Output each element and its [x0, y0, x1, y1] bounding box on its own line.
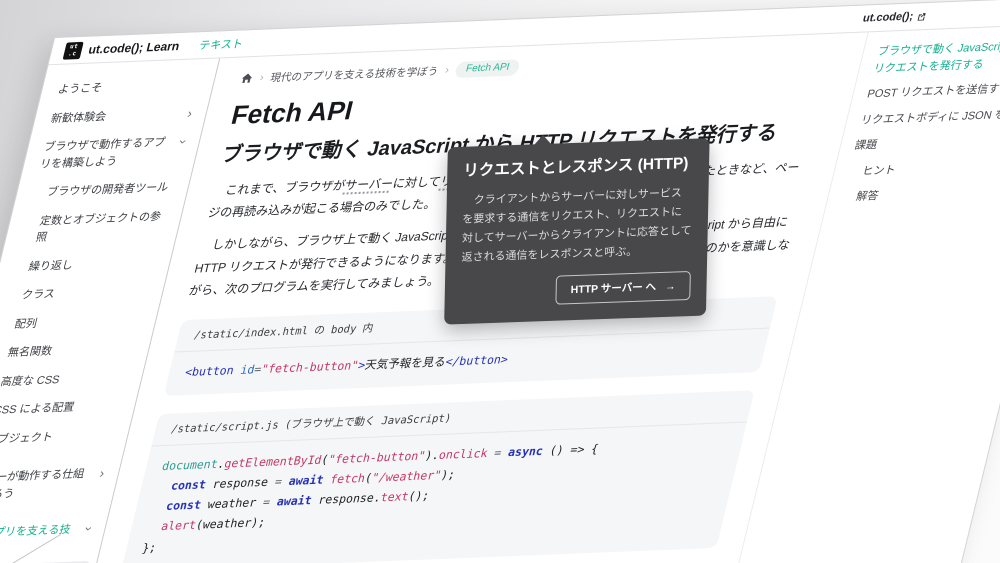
- sidebar-item-label: 現代のアプリを支える技術を学ぼう: [0, 521, 82, 560]
- breadcrumb-section[interactable]: 現代のアプリを支える技術を学ぼう: [269, 63, 440, 85]
- browser-page: ut.c ut.code(); Learn テキスト ut.code(); よう…: [0, 0, 1000, 563]
- sidebar-item[interactable]: サーバーが動作する仕組みを知ろう›: [0, 460, 115, 510]
- code-block-js: /static/script.js (ブラウザ上で動く JavaScript) …: [121, 390, 755, 563]
- sidebar-item-label: クラス: [20, 282, 151, 304]
- toc-item[interactable]: POST リクエストを送信する: [865, 78, 1000, 103]
- code-block-code[interactable]: document.getElementById("fetch-button").…: [121, 423, 747, 563]
- chevron-right-icon[interactable]: ›: [186, 105, 194, 121]
- sidebar-item[interactable]: 配列: [0, 306, 153, 339]
- page-layout: ようこそ新歓体験会›ブラウザで動作するアプリを構築しよう›ブラウザの開発者ツール…: [0, 23, 1000, 563]
- toc-item[interactable]: ヒント: [846, 156, 1000, 181]
- toc-item[interactable]: リクエストボディに JSON を使用する: [859, 104, 1000, 129]
- term-link[interactable]: サーバー: [343, 176, 394, 192]
- tooltip-title: リクエストとレスポンス (HTTP): [463, 153, 693, 184]
- glossary-tooltip: リクエストとレスポンス (HTTP) クライアントからサーバーに対しサービスを要…: [444, 138, 709, 325]
- sidebar-item-label: 配列: [13, 311, 144, 333]
- sidebar-item[interactable]: 新歓体験会›: [40, 100, 203, 133]
- sidebar-item[interactable]: ブラウザで動作するアプリを構築しよう›: [29, 128, 196, 178]
- sidebar-item-label: サーバーが動作する仕組みを知ろう: [0, 466, 96, 505]
- nav-external-link[interactable]: ut.code();: [862, 10, 928, 25]
- toc-item[interactable]: 課題: [853, 130, 1000, 155]
- sidebar-item-label: CSS による配置: [0, 398, 123, 420]
- sidebar-item[interactable]: CSS による配置: [0, 392, 132, 425]
- toc-item[interactable]: 解答: [840, 181, 1000, 206]
- home-icon[interactable]: [240, 72, 255, 85]
- sidebar-item[interactable]: 無名関数: [0, 335, 146, 368]
- toc-item[interactable]: ブラウザで動く JavaScript から HTTP リクエストを発行する: [872, 36, 1000, 77]
- nav-link-text[interactable]: テキスト: [197, 35, 245, 53]
- chevron-down-icon[interactable]: ›: [175, 139, 192, 144]
- sidebar-item-label: オブジェクト: [0, 426, 116, 448]
- sidebar-item-label: 高度な CSS: [0, 369, 130, 391]
- sidebar-item[interactable]: 定数とオブジェクトの参照: [11, 203, 178, 253]
- sidebar-item-label: ブラウザで動作するアプリを構築しよう: [38, 134, 177, 173]
- chevron-right-icon[interactable]: ›: [98, 465, 106, 481]
- text-part: これまで、ブラウザが: [224, 178, 347, 197]
- utcode-logo-icon[interactable]: ut.c: [63, 41, 84, 59]
- tooltip-body: クライアントからサーバーに対しサービスを要求する通信をリクエスト、リクエストに対…: [461, 184, 692, 267]
- breadcrumb-separator: ›: [444, 64, 451, 76]
- sidebar-item[interactable]: ブラウザの開発者ツール: [22, 174, 185, 207]
- sidebar-item-label: ようこそ: [56, 76, 201, 98]
- sidebar-item[interactable]: 繰り返し: [4, 248, 167, 281]
- nav-external-label: ut.code();: [862, 10, 915, 24]
- sidebar-item[interactable]: ようこそ: [47, 71, 210, 104]
- sidebar-item[interactable]: 高度な CSS: [0, 363, 139, 396]
- site-title[interactable]: ut.code(); Learn: [87, 39, 181, 57]
- arrow-right-icon: →: [665, 280, 676, 292]
- sidebar-item[interactable]: クラス: [0, 277, 160, 310]
- sidebar-item-label: 新歓体験会: [49, 105, 184, 127]
- breadcrumb-separator: ›: [259, 72, 266, 84]
- sidebar-item-label: 無名関数: [6, 340, 137, 362]
- tooltip-link-button[interactable]: HTTP サーバー へ →: [555, 271, 690, 305]
- sidebar-item[interactable]: オブジェクト: [0, 421, 125, 454]
- text-part: に対して: [391, 175, 442, 191]
- sidebar-item-label: ブラウザの開発者ツール: [45, 179, 176, 201]
- chevron-down-icon[interactable]: ›: [80, 526, 97, 531]
- breadcrumb-current-pill: Fetch API: [454, 59, 521, 78]
- external-link-icon: [916, 11, 927, 20]
- tooltip-link-label: HTTP サーバー へ: [571, 279, 657, 297]
- sidebar-item-label: 繰り返し: [27, 254, 158, 276]
- sidebar-item-label: 定数とオブジェクトの参照: [34, 208, 169, 246]
